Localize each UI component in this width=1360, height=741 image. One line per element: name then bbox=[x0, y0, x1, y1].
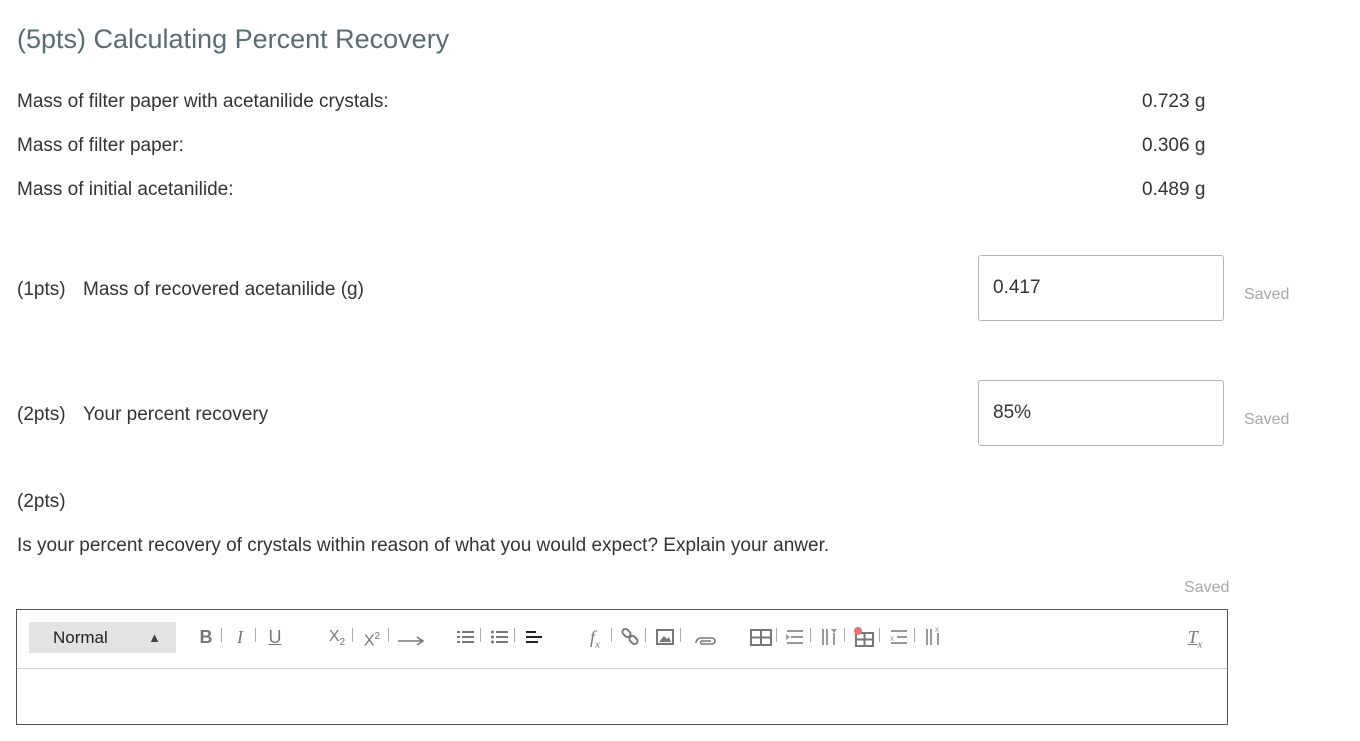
toolbar-separator bbox=[645, 628, 646, 642]
superscript-icon[interactable]: X2 bbox=[360, 624, 384, 650]
section-title: (5pts) Calculating Percent Recovery bbox=[17, 24, 450, 54]
saved-status: Saved bbox=[1184, 579, 1230, 596]
question-points: (2pts) bbox=[17, 404, 66, 425]
question-prompt: Your percent recovery bbox=[83, 404, 269, 425]
data-value: 0.489 g bbox=[1142, 179, 1206, 200]
toolbar-separator bbox=[914, 628, 915, 642]
editor-body[interactable] bbox=[17, 669, 1227, 724]
toolbar-separator bbox=[388, 628, 389, 642]
insert-row-icon[interactable] bbox=[784, 624, 806, 650]
bold-icon[interactable]: B bbox=[197, 624, 215, 650]
question-2: (2pts) Your percent recovery bbox=[17, 404, 268, 426]
recovered-mass-input[interactable]: 0.417 bbox=[978, 255, 1224, 321]
data-value: 0.723 g bbox=[1142, 91, 1206, 112]
percent-recovery-input[interactable]: 85% bbox=[978, 380, 1224, 446]
select-arrows-icon: ▲︎ bbox=[148, 630, 161, 645]
arrow-icon[interactable] bbox=[395, 624, 427, 650]
delete-row-icon[interactable]: x bbox=[888, 624, 910, 650]
essay-points: (2pts) bbox=[17, 491, 66, 512]
rich-text-editor: Normal ▲︎ B I U X2 X2 fx x x Tx bbox=[16, 609, 1228, 725]
data-label: Mass of filter paper with acetanilide cr… bbox=[17, 91, 389, 112]
ordered-list-icon[interactable] bbox=[455, 624, 477, 650]
italic-icon[interactable]: I bbox=[231, 624, 249, 650]
essay-prompt: Is your percent recovery of crystals wit… bbox=[17, 535, 830, 556]
underline-icon[interactable]: U bbox=[265, 624, 285, 650]
data-value: 0.306 g bbox=[1142, 135, 1206, 156]
svg-text:x: x bbox=[890, 634, 894, 643]
toolbar-separator bbox=[221, 628, 222, 642]
bullet-list-icon[interactable] bbox=[489, 624, 511, 650]
toolbar-separator bbox=[810, 628, 811, 642]
toolbar-separator bbox=[255, 628, 256, 642]
toolbar-separator bbox=[879, 628, 880, 642]
svg-text:x: x bbox=[935, 625, 939, 634]
toolbar-separator bbox=[680, 628, 681, 642]
image-icon[interactable] bbox=[654, 624, 676, 650]
insert-column-icon[interactable] bbox=[818, 624, 840, 650]
toolbar-separator bbox=[611, 628, 612, 642]
data-label: Mass of filter paper: bbox=[17, 135, 184, 156]
toolbar-separator bbox=[480, 628, 481, 642]
saved-status: Saved bbox=[1244, 411, 1290, 428]
link-icon[interactable] bbox=[619, 624, 641, 650]
toolbar-separator bbox=[352, 628, 353, 642]
editor-toolbar: Normal ▲︎ B I U X2 X2 fx x x Tx bbox=[17, 610, 1227, 669]
data-label: Mass of initial acetanilide: bbox=[17, 179, 234, 200]
saved-status: Saved bbox=[1244, 286, 1290, 303]
attachment-icon[interactable] bbox=[689, 624, 719, 650]
question-prompt: Mass of recovered acetanilide (g) bbox=[83, 279, 364, 300]
formula-icon[interactable]: fx bbox=[583, 624, 607, 651]
table-icon[interactable] bbox=[749, 624, 773, 650]
toolbar-separator bbox=[514, 628, 515, 642]
toolbar-separator bbox=[844, 628, 845, 642]
align-icon[interactable] bbox=[523, 624, 545, 650]
format-select[interactable]: Normal ▲︎ bbox=[29, 622, 176, 653]
question-points: (1pts) bbox=[17, 279, 66, 300]
delete-column-icon[interactable]: x bbox=[922, 624, 944, 650]
format-select-value: Normal bbox=[53, 628, 108, 647]
question-1: (1pts) Mass of recovered acetanilide (g) bbox=[17, 279, 364, 301]
toolbar-separator bbox=[776, 628, 777, 642]
clear-format-icon[interactable]: Tx bbox=[1183, 624, 1207, 651]
subscript-icon[interactable]: X2 bbox=[325, 624, 349, 650]
delete-table-icon[interactable] bbox=[852, 624, 876, 650]
